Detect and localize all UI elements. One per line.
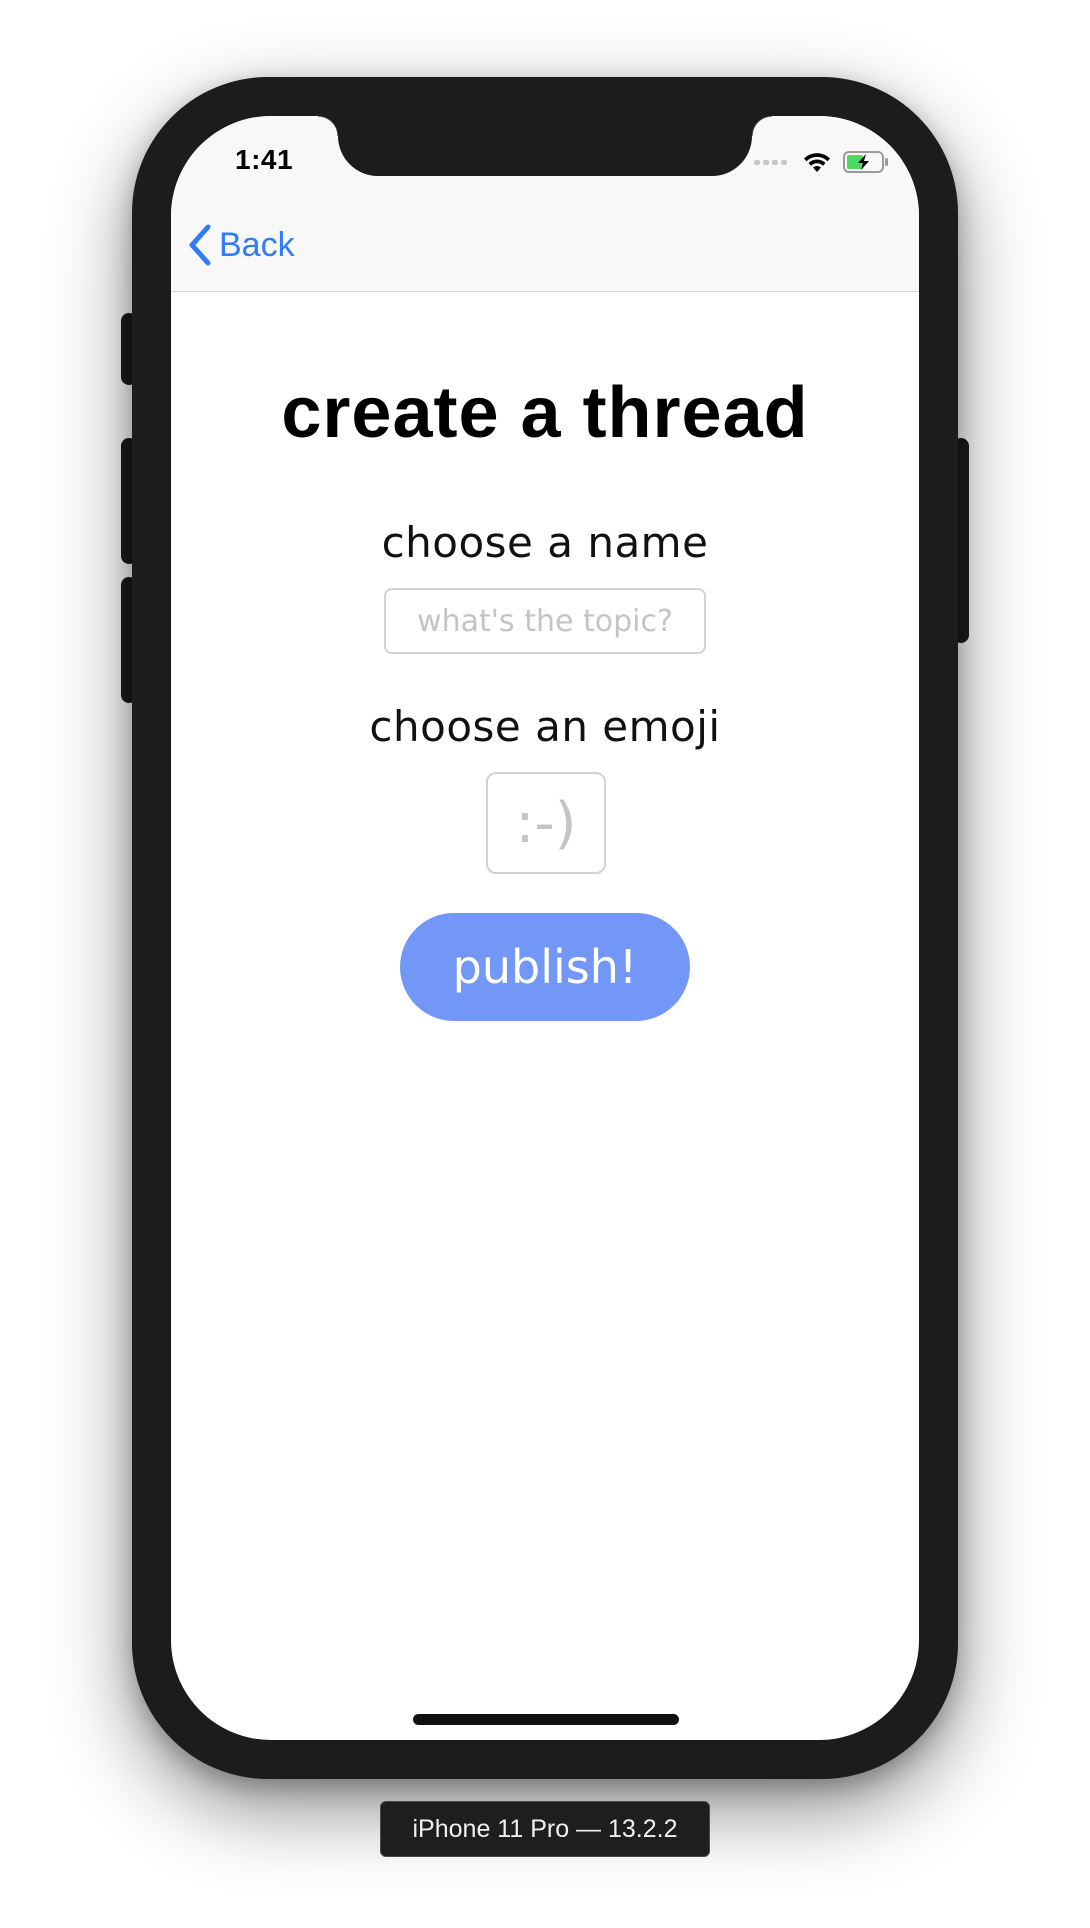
chevron-left-icon: [189, 224, 211, 266]
name-label: choose a name: [381, 518, 709, 567]
back-label: Back: [219, 225, 295, 264]
phone-screen: 1:41 Back create a thread choose a name …: [171, 116, 919, 1740]
emoji-label: choose an emoji: [369, 702, 721, 751]
cellular-signal-icon: [754, 159, 787, 165]
device-label: iPhone 11 Pro — 13.2.2: [380, 1801, 710, 1857]
simulator-stage: 1:41 Back create a thread choose a name …: [0, 0, 1090, 1928]
page-title: create a thread: [281, 373, 809, 453]
create-thread-form: create a thread choose a name choose an …: [171, 292, 919, 1740]
notch: [318, 116, 772, 176]
thread-name-input[interactable]: [384, 588, 706, 654]
status-icons: [754, 150, 889, 174]
status-time: 1:41: [235, 144, 294, 175]
back-button[interactable]: Back: [187, 224, 295, 266]
publish-button[interactable]: publish!: [400, 913, 690, 1021]
home-indicator[interactable]: [413, 1714, 679, 1725]
wifi-icon: [804, 153, 830, 172]
battery-charging-icon: [843, 151, 888, 173]
emoji-input[interactable]: [486, 772, 606, 874]
